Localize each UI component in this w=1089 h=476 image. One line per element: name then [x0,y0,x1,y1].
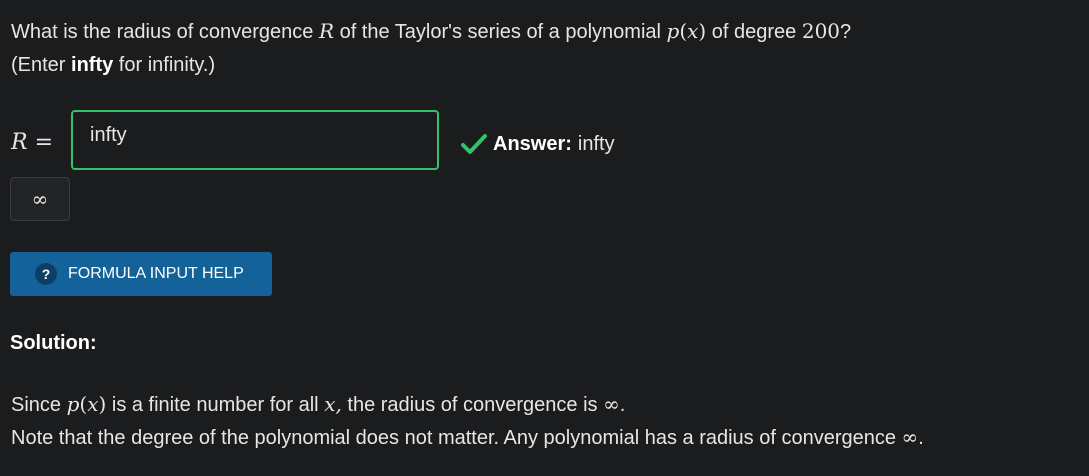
question-mark-icon: ? [35,263,57,285]
question-text-part: What is the radius of convergence [11,21,319,43]
solution-text-part: Note that the degree of the polynomial d… [11,427,902,449]
feedback-label: Answer: [493,133,572,155]
question-text-part: of degree [706,21,802,43]
solution-note: Note that the degree of the polynomial d… [11,422,924,453]
hint-text-part: (Enter [11,54,72,76]
solution-text-part: . [918,427,924,449]
question-text-part: of the Taylor's series of a polynomial [334,21,667,43]
math-variable-x: x [687,19,699,43]
question-text: What is the radius of convergence R of t… [11,16,851,47]
solution-text-part: Since [11,394,67,416]
solution-heading: Solution: [10,332,97,354]
solution-text-part: . [619,394,626,416]
feedback-value: infty [577,133,615,155]
math-variable-r: R [11,130,28,155]
solution-text-part: the radius of convergence is [341,394,604,416]
insert-infinity-button[interactable]: ∞ [10,177,70,221]
question-hint: (Enter infty for infinity.) [11,51,215,79]
help-button-label: FORMULA INPUT HELP [68,265,244,282]
hint-keyword: infty [71,54,114,76]
math-infinity: ∞ [603,392,620,416]
answer-feedback: Answer: infty [461,130,615,158]
math-variable-r: R [318,19,335,43]
hint-text-part: for infinity.) [113,54,216,76]
math-variable-p: p [666,19,680,43]
math-variable-x: x, [324,392,342,416]
checkmark-icon [461,134,487,154]
answer-input[interactable] [71,110,439,170]
formula-input-help-button[interactable]: ? FORMULA INPUT HELP [10,252,272,296]
equals-sign: = [27,130,54,155]
math-variable-x: x [87,392,99,416]
math-infinity: ∞ [901,425,919,449]
math-degree: 200 [801,19,841,43]
answer-label: R = [11,126,53,159]
solution-text: Since p(x) is a finite number for all x,… [11,389,625,420]
solution-text-part: is a finite number for all [106,394,325,416]
question-text-part: ? [840,21,852,43]
math-paren: ( [679,19,688,43]
infinity-icon: ∞ [31,187,49,211]
math-variable-p: p [66,392,80,416]
